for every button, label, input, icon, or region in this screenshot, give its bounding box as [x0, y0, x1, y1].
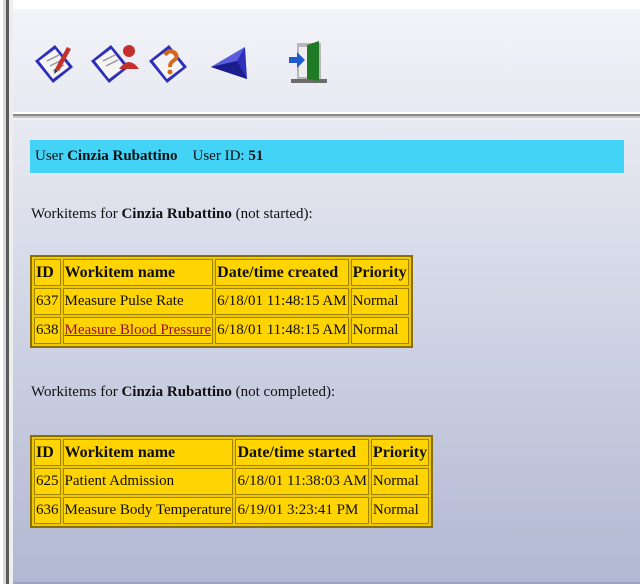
table-header-row: ID Workitem name Date/time created Prior… [34, 259, 409, 286]
frame-left-border [0, 0, 13, 584]
table-header-row: ID Workitem name Date/time started Prior… [34, 439, 430, 466]
cell-priority: Normal [370, 497, 430, 524]
not-started-table: ID Workitem name Date/time created Prior… [30, 255, 413, 348]
user-id-label: User ID: [192, 148, 245, 164]
table-row: 636 Measure Body Temperature 6/19/01 3:2… [34, 497, 430, 524]
logout-icon[interactable] [283, 39, 335, 87]
back-icon[interactable] [207, 39, 259, 87]
column-header-date: Date/time created [215, 259, 349, 286]
cell-id: 636 [34, 497, 61, 524]
cell-date: 6/18/01 11:38:03 AM [235, 468, 369, 495]
column-header-priority: Priority [350, 259, 409, 286]
cell-id: 638 [34, 317, 61, 344]
workitem-link[interactable]: Measure Blood Pressure [65, 322, 212, 338]
toolbar-divider [13, 112, 640, 120]
column-header-date: Date/time started [235, 439, 369, 466]
checklist-icon[interactable] [31, 39, 83, 87]
user-label: User [35, 148, 64, 164]
not-completed-heading: Workitems for Cinzia Rubattino (not comp… [31, 384, 336, 400]
cell-priority: Normal [370, 468, 430, 495]
cell-name: Measure Blood Pressure [62, 317, 214, 344]
cell-priority: Normal [350, 288, 409, 315]
user-name: Cinzia Rubattino [67, 148, 178, 164]
cell-date: 6/18/01 11:48:15 AM [215, 288, 349, 315]
column-header-id: ID [34, 259, 61, 286]
toolbar [13, 9, 640, 112]
main-content: User Cinzia Rubattino User ID: 51 Workit… [13, 120, 640, 584]
table-row: 625 Patient Admission 6/18/01 11:38:03 A… [34, 468, 430, 495]
cell-date: 6/19/01 3:23:41 PM [235, 497, 369, 524]
not-started-heading: Workitems for Cinzia Rubattino (not star… [31, 206, 313, 222]
cell-id: 637 [34, 288, 61, 315]
column-header-name: Workitem name [62, 259, 214, 286]
not-completed-table: ID Workitem name Date/time started Prior… [30, 435, 434, 528]
cell-priority: Normal [350, 317, 409, 344]
window-top-border [0, 0, 640, 9]
column-header-name: Workitem name [62, 439, 234, 466]
help-icon[interactable] [145, 39, 197, 87]
user-id-value: 51 [248, 148, 264, 164]
user-workitems-icon[interactable] [89, 39, 141, 87]
cell-id: 625 [34, 468, 61, 495]
cell-date: 6/18/01 11:48:15 AM [215, 317, 349, 344]
table-row: 637 Measure Pulse Rate 6/18/01 11:48:15 … [34, 288, 409, 315]
table-row: 638 Measure Blood Pressure 6/18/01 11:48… [34, 317, 409, 344]
column-header-id: ID [34, 439, 61, 466]
column-header-priority: Priority [370, 439, 430, 466]
user-info-bar: User Cinzia Rubattino User ID: 51 [30, 140, 624, 173]
cell-name: Measure Pulse Rate [62, 288, 214, 315]
cell-name: Patient Admission [62, 468, 234, 495]
cell-name: Measure Body Temperature [62, 497, 234, 524]
